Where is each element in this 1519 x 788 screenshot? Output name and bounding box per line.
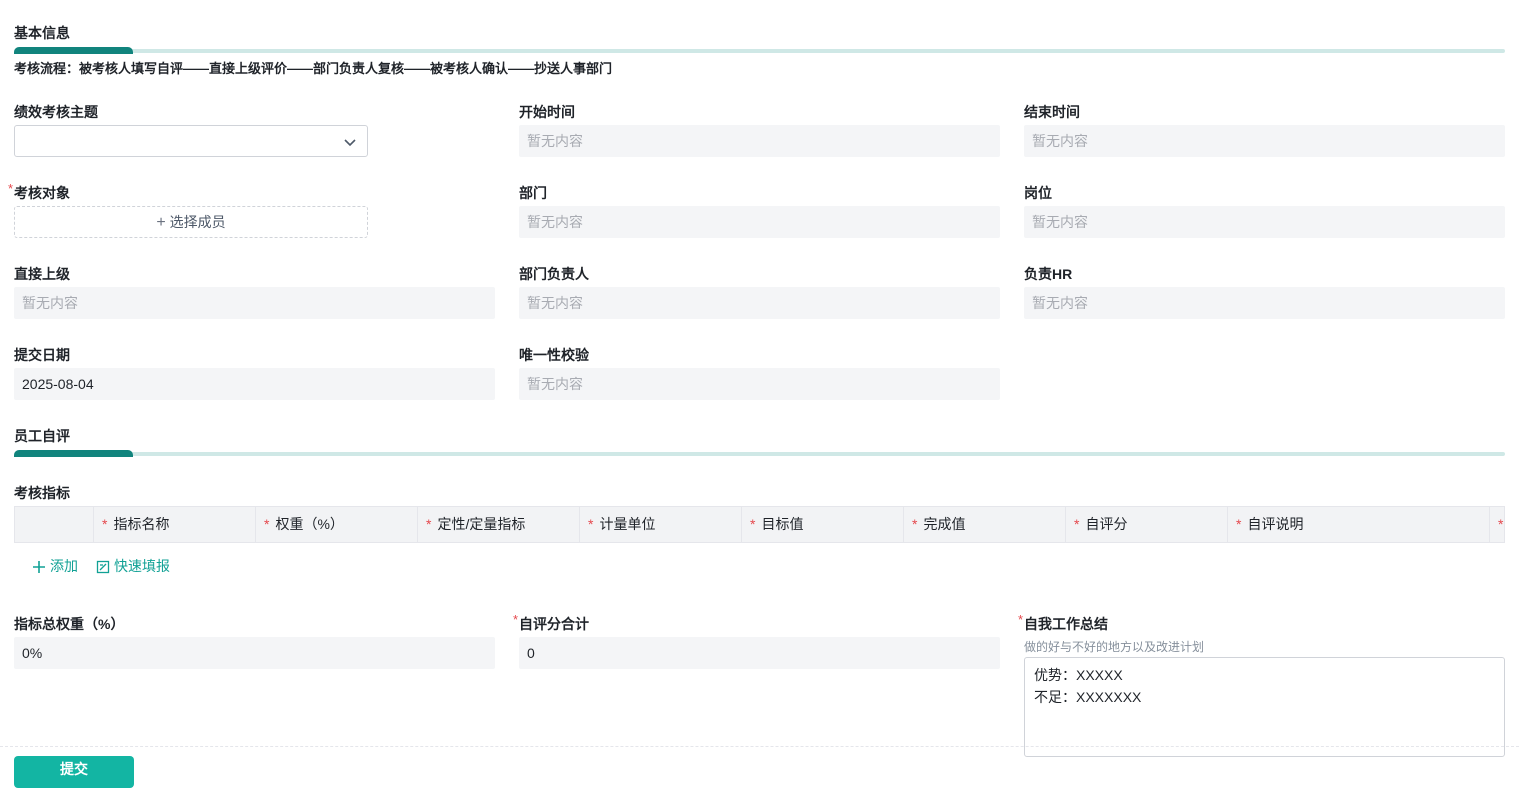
footer-divider [0, 746, 1519, 747]
submit-date-label: 提交日期 [14, 347, 70, 363]
add-indicator-button[interactable]: 添加 [32, 556, 78, 576]
column-header-overflow: * [1489, 507, 1504, 542]
position-label: 岗位 [1024, 185, 1052, 201]
chevron-down-icon [344, 139, 356, 147]
self-summary-label: 自我工作总结 [1018, 612, 1108, 634]
section-title-self-eval: 员工自评 [14, 428, 70, 444]
plus-icon: + [156, 214, 166, 231]
column-header: * 自评说明 [1227, 507, 1489, 542]
end-time-label: 结束时间 [1024, 104, 1080, 120]
self-summary-hint: 做的好与不好的地方以及改进计划 [1024, 640, 1205, 654]
column-header: * 计量单位 [579, 507, 741, 542]
column-header: * 目标值 [741, 507, 903, 542]
start-time-field: 暂无内容 [519, 125, 1000, 157]
start-time-label: 开始时间 [519, 104, 575, 120]
submit-date-field: 2025-08-04 [14, 368, 495, 400]
direct-superior-field: 暂无内容 [14, 287, 495, 319]
column-header: * 权重（%） [255, 507, 417, 542]
section-divider-accent [14, 450, 133, 457]
target-label: 考核对象 [8, 181, 70, 203]
section-divider [14, 47, 1505, 54]
total-weight-label: 指标总权重（%） [14, 616, 125, 632]
end-time-field: 暂无内容 [1024, 125, 1505, 157]
department-field: 暂无内容 [519, 206, 1000, 238]
uniqueness-label: 唯一性校验 [519, 347, 589, 363]
theme-label: 绩效考核主题 [14, 104, 98, 120]
column-header: * 指标名称 [93, 507, 255, 542]
uniqueness-field: 暂无内容 [519, 368, 1000, 400]
quick-fill-button[interactable]: 快速填报 [96, 556, 170, 576]
select-member-label: 选择成员 [169, 214, 226, 230]
section-title-basic-info: 基本信息 [14, 25, 70, 41]
select-member-button[interactable]: + 选择成员 [14, 206, 368, 238]
process-flow-text: 考核流程：被考核人填写自评——直接上级评价——部门负责人复核——被考核人确认——… [14, 61, 613, 76]
theme-select[interactable] [14, 125, 368, 157]
total-weight-field: 0% [14, 637, 495, 669]
indicators-table-header: * 指标名称 * 权重（%） * 定性/定量指标 * 计量单位 * 目标值 * 完成值 * 自… [14, 506, 1505, 543]
add-label: 添加 [50, 558, 78, 574]
section-divider-accent [14, 47, 133, 54]
score-total-field: 0 [519, 637, 1000, 669]
dept-head-field: 暂无内容 [519, 287, 1000, 319]
self-summary-textarea[interactable]: 优势：XXXXX 不足：XXXXXXX [1024, 657, 1505, 757]
column-header: * 自评分 [1065, 507, 1227, 542]
position-field: 暂无内容 [1024, 206, 1505, 238]
department-label: 部门 [519, 185, 547, 201]
quick-fill-label: 快速填报 [114, 558, 170, 574]
hr-field: 暂无内容 [1024, 287, 1505, 319]
score-total-label: 自评分合计 [513, 612, 589, 634]
hr-label: 负责HR [1024, 266, 1073, 282]
submit-button[interactable]: 提交 [14, 756, 134, 788]
section-divider [14, 450, 1505, 457]
column-header: * 定性/定量指标 [417, 507, 579, 542]
column-header: * 完成值 [903, 507, 1065, 542]
indicators-label: 考核指标 [14, 485, 70, 501]
plus-icon [33, 561, 45, 574]
edit-form-icon [96, 561, 110, 574]
dept-head-label: 部门负责人 [519, 266, 589, 282]
direct-superior-label: 直接上级 [14, 266, 70, 282]
